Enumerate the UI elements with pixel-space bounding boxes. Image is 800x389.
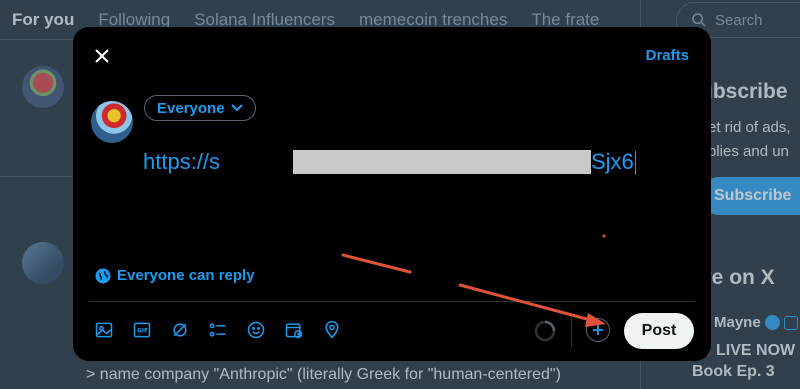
schedule-button[interactable] (281, 317, 307, 343)
svg-text:GIF: GIF (137, 329, 148, 335)
redaction-block (293, 150, 591, 174)
post-button[interactable]: Post (624, 313, 694, 349)
grok-icon (173, 323, 187, 337)
audience-label: Everyone (157, 99, 225, 117)
chevron-down-icon (230, 104, 243, 112)
schedule-icon (285, 323, 303, 339)
reply-settings-button[interactable]: Everyone can reply (95, 267, 255, 284)
character-count-ring (534, 320, 556, 342)
avatar[interactable] (91, 101, 133, 143)
grok-button[interactable] (167, 317, 193, 343)
toolbar-vertical-divider (571, 315, 572, 347)
close-icon (95, 49, 109, 63)
compose-toolbar: GIF (91, 317, 345, 343)
globe-icon (95, 268, 111, 283)
compose-textarea[interactable]: https://s Sjx6 (143, 145, 683, 185)
gif-icon: GIF (133, 322, 151, 338)
add-post-button[interactable] (586, 318, 610, 342)
gif-button[interactable]: GIF (129, 317, 155, 343)
location-button[interactable] (319, 317, 345, 343)
text-caret (634, 151, 636, 176)
close-button[interactable] (87, 41, 117, 71)
plus-icon (593, 325, 603, 335)
url-text-start: https://s (143, 149, 221, 174)
poll-button[interactable] (205, 317, 231, 343)
emoji-button[interactable] (243, 317, 269, 343)
location-icon (325, 320, 339, 339)
reply-settings-label: Everyone can reply (117, 267, 255, 284)
poll-icon (209, 323, 226, 337)
url-end-text: Sjx6 (591, 149, 634, 174)
emoji-icon (247, 321, 265, 339)
audience-selector[interactable]: Everyone (144, 95, 256, 121)
image-icon (95, 322, 113, 338)
compose-modal: Drafts Everyone https://s Sjx6 Everyone … (73, 27, 711, 361)
toolbar-divider (89, 301, 695, 302)
url-text-end: Sjx6 (591, 149, 636, 176)
drafts-button[interactable]: Drafts (646, 47, 689, 64)
media-button[interactable] (91, 317, 117, 343)
